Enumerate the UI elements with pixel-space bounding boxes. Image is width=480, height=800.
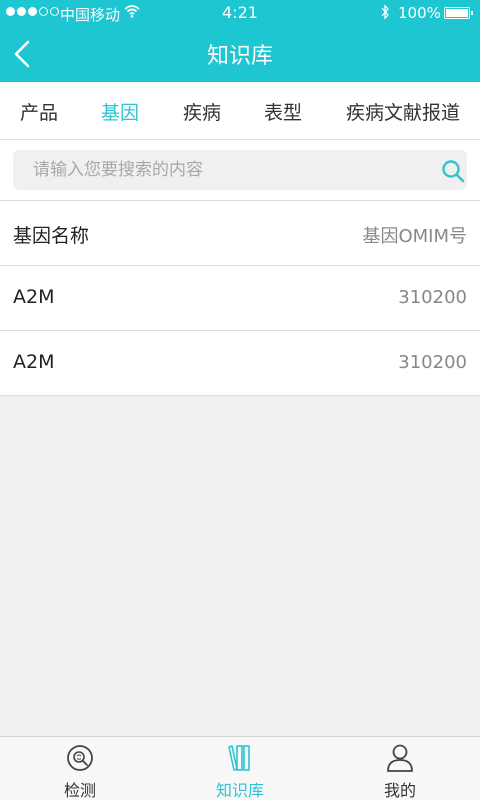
table-header: 基因名称 基因OMIM号 — [0, 201, 480, 266]
omim-cell: 310200 — [398, 352, 467, 373]
table-row[interactable]: A2M 310200 — [0, 331, 480, 396]
tabbar-item-mine[interactable]: 我的 — [320, 737, 480, 800]
books-icon — [228, 745, 250, 771]
tabbar-label: 知识库 — [215, 781, 264, 800]
tabbar-label: 检测 — [63, 781, 96, 800]
detect-icon — [67, 745, 93, 771]
table-row[interactable]: A2M 310200 — [0, 266, 480, 331]
search-icon[interactable] — [441, 159, 465, 183]
tab-phenotypes[interactable]: 表型 — [264, 98, 302, 125]
omim-cell: 310200 — [398, 287, 467, 308]
tabbar-item-knowledge[interactable]: 知识库 — [160, 737, 320, 800]
tabbar-label: 我的 — [383, 781, 416, 800]
battery-percentage: 100% — [398, 4, 441, 22]
search-box — [13, 150, 467, 190]
search-bar — [0, 140, 480, 200]
user-icon — [387, 744, 413, 772]
page-title: 知识库 — [206, 44, 273, 69]
bluetooth-icon — [381, 4, 389, 20]
battery-icon — [444, 7, 473, 19]
column-header-omim: 基因OMIM号 — [362, 226, 467, 247]
tab-disease-literature[interactable]: 疾病文献报道 — [346, 98, 460, 125]
status-bar: 中国移动 4:21 100% — [0, 0, 480, 26]
search-input[interactable] — [13, 150, 423, 190]
gene-table: 基因名称 基因OMIM号 A2M 310200 A2M 310200 — [0, 200, 480, 396]
tab-products[interactable]: 产品 — [20, 98, 58, 125]
column-header-gene-name: 基因名称 — [13, 225, 90, 247]
tab-diseases[interactable]: 疾病 — [183, 98, 221, 125]
tabbar-item-detect[interactable]: 检测 — [0, 737, 160, 800]
gene-name-cell: A2M — [13, 351, 55, 373]
gene-name-cell: A2M — [13, 286, 55, 308]
tab-genes[interactable]: 基因 — [101, 98, 139, 125]
category-tabs: 产品 基因 疾病 表型 疾病文献报道 — [0, 82, 480, 140]
app-header: 中国移动 4:21 100% 知识库 — [0, 0, 480, 82]
bottom-tab-bar: 检测 知识库 我的 — [0, 736, 480, 800]
